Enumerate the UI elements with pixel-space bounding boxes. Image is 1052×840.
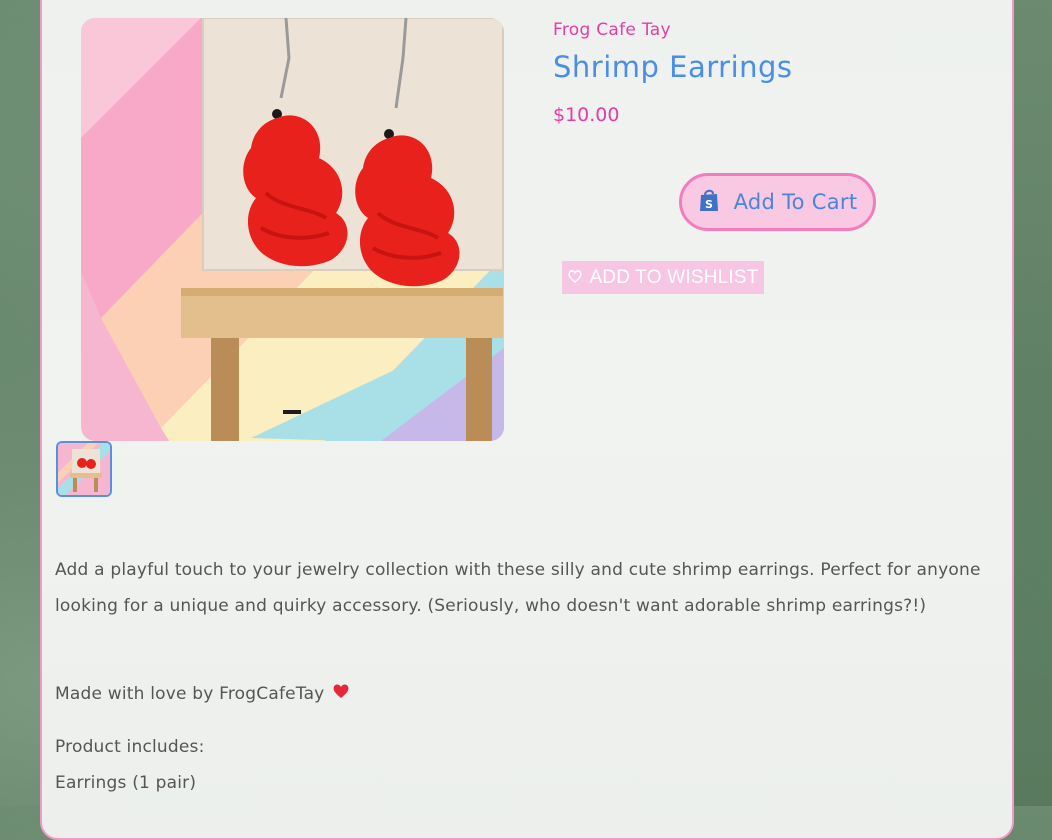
made-with-love: Made with love by FrogCafeTay [55, 676, 350, 712]
product-thumbnail[interactable] [56, 441, 112, 497]
product-main-image[interactable] [81, 18, 504, 441]
made-with-love-text: Made with love by FrogCafeTay [55, 684, 325, 704]
product-title: Shrimp Earrings [553, 50, 793, 84]
add-to-cart-button[interactable]: S Add To Cart [679, 173, 876, 231]
add-to-wishlist-button[interactable]: ADD TO WISHLIST [562, 261, 764, 294]
heart-outline-icon [567, 268, 583, 287]
vendor-name[interactable]: Frog Cafe Tay [553, 20, 671, 40]
product-price: $10.00 [553, 104, 620, 126]
add-to-wishlist-label: ADD TO WISHLIST [589, 266, 759, 288]
add-to-cart-label: Add To Cart [733, 190, 858, 214]
svg-text:S: S [705, 198, 713, 211]
product-description: Add a playful touch to your jewelry coll… [55, 560, 981, 616]
shopify-bag-icon: S [698, 188, 720, 216]
product-includes-label: Product includes: [55, 737, 205, 757]
red-heart-emoji-icon [332, 676, 350, 712]
product-includes-item: Earrings (1 pair) [55, 773, 197, 793]
